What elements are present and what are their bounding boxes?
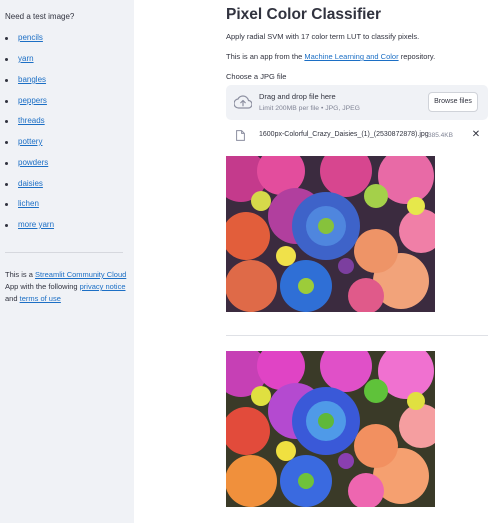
repo-text: This is an app from the Machine Learning…	[226, 52, 435, 61]
bullet	[5, 183, 8, 186]
community-cloud-link[interactable]: Streamlit Community Cloud	[35, 270, 126, 279]
bullet	[5, 58, 8, 61]
link-pottery[interactable]: pottery	[18, 137, 42, 146]
description-text: Apply radial SVM with 17 color term LUT …	[226, 32, 420, 41]
link-bangles[interactable]: bangles	[18, 75, 46, 84]
list-item: yarn	[0, 54, 130, 66]
bullet	[5, 162, 8, 165]
dropzone-limit: Limit 200MB per file • JPG, JPEG	[259, 105, 360, 112]
list-item: lichen	[0, 199, 130, 211]
bullet	[5, 224, 8, 227]
list-item: pencils	[0, 33, 130, 45]
link-peppers[interactable]: peppers	[18, 96, 47, 105]
repo-text-start: This is an app from the	[226, 52, 305, 61]
link-lichen[interactable]: lichen	[18, 199, 39, 208]
bullet	[5, 141, 8, 144]
bullet	[5, 203, 8, 206]
classified-flower-photo	[226, 351, 435, 507]
privacy-notice-link[interactable]: privacy notice	[80, 282, 126, 291]
page-title: Pixel Color Classifier	[226, 6, 382, 23]
section-divider	[226, 335, 488, 336]
sidebar: Need a test image? pencils yarn bangles …	[0, 0, 134, 523]
flower-photo	[226, 156, 435, 312]
link-more-yarn[interactable]: more yarn	[18, 220, 54, 229]
list-item: daisies	[0, 179, 130, 191]
original-image	[226, 156, 435, 312]
link-powders[interactable]: powders	[18, 158, 48, 167]
link-yarn[interactable]: yarn	[18, 54, 34, 63]
close-icon[interactable]: ✕	[470, 129, 482, 141]
sidebar-divider	[5, 252, 123, 253]
sidebar-note: This is a Streamlit Community Cloud App …	[5, 269, 130, 305]
classified-image	[226, 351, 435, 507]
list-item: threads	[0, 116, 130, 128]
file-icon	[236, 130, 245, 141]
repo-link[interactable]: Machine Learning and Color	[304, 52, 398, 61]
note-text: This is a	[5, 270, 36, 279]
file-name: 1600px-Colorful_Crazy_Daisies_(1)_(25308…	[259, 131, 429, 138]
browse-files-button[interactable]: Browse files	[428, 92, 478, 112]
uploader-label: Choose a JPG file	[226, 72, 287, 81]
note-text: App with the following	[5, 282, 80, 291]
file-dropzone[interactable]: Drag and drop file here Limit 200MB per …	[226, 85, 488, 120]
list-item: more yarn	[0, 220, 130, 232]
main-content: Pixel Color Classifier Apply radial SVM …	[134, 0, 500, 523]
bullet	[5, 120, 8, 123]
link-threads[interactable]: threads	[18, 116, 45, 125]
list-item: bangles	[0, 75, 130, 87]
list-item: powders	[0, 158, 130, 170]
dropzone-instructions: Drag and drop file here	[259, 92, 336, 101]
cloud-upload-icon	[234, 95, 252, 109]
sidebar-heading: Need a test image?	[5, 12, 75, 21]
terms-of-use-link[interactable]: terms of use	[20, 294, 61, 303]
bullet	[5, 37, 8, 40]
uploaded-file: 1600px-Colorful_Crazy_Daisies_(1)_(25308…	[226, 128, 488, 144]
link-pencils[interactable]: pencils	[18, 33, 43, 42]
note-text: and	[5, 294, 20, 303]
repo-text-end: repository.	[398, 52, 436, 61]
link-daisies[interactable]: daisies	[18, 179, 43, 188]
bullet	[5, 100, 8, 103]
file-size: 385.4KB	[428, 132, 453, 139]
bullet	[5, 79, 8, 82]
list-item: pottery	[0, 137, 130, 149]
list-item: peppers	[0, 96, 130, 108]
